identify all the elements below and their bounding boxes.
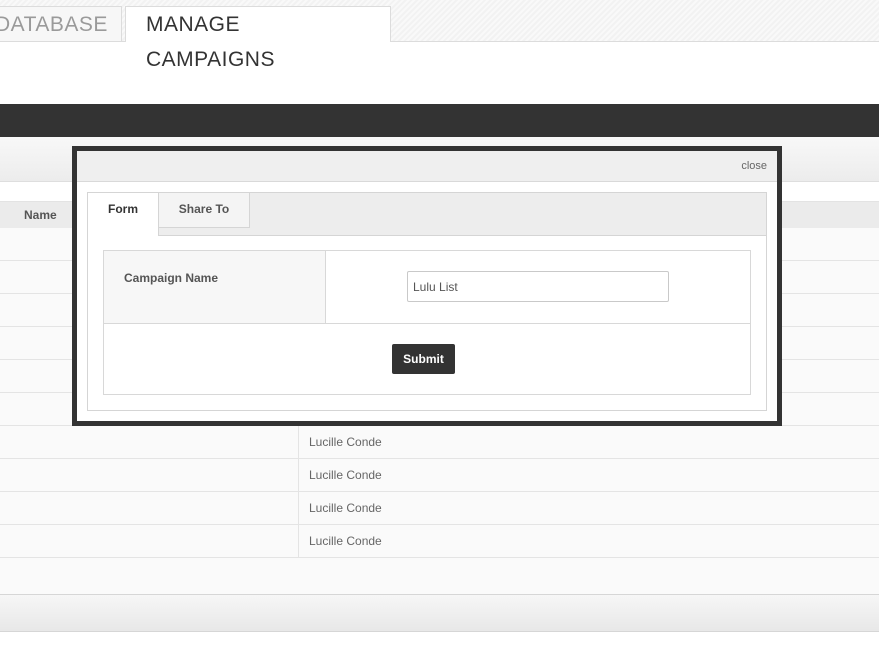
label-cell: Campaign Name — [104, 251, 326, 324]
column-header-name[interactable]: Name — [24, 202, 57, 228]
tab-share-to[interactable]: Share To — [159, 193, 250, 228]
row-owner: Lucille Conde — [309, 534, 382, 548]
table-row[interactable]: Lucille Conde — [0, 426, 879, 459]
campaign-modal: close Form Share To Campaign Name Submit — [72, 146, 782, 426]
modal-tabs-panel: Form Share To Campaign Name Submit — [87, 192, 767, 411]
campaign-name-label: Campaign Name — [124, 271, 219, 285]
input-cell — [326, 251, 750, 324]
submit-button[interactable]: Submit — [392, 344, 455, 374]
table-footer — [0, 558, 879, 594]
close-link[interactable]: close — [741, 160, 767, 172]
row-owner: Lucille Conde — [309, 468, 382, 482]
tab-database[interactable]: DATABASE — [0, 6, 122, 41]
toolbar-dark — [0, 104, 879, 137]
row-owner: Lucille Conde — [309, 435, 382, 449]
campaign-name-input[interactable] — [407, 271, 669, 302]
row-owner: Lucille Conde — [309, 501, 382, 515]
tab-manage-campaigns[interactable]: MANAGE CAMPAIGNS — [125, 6, 391, 71]
tab-form[interactable]: Form — [88, 193, 159, 236]
campaign-form: Campaign Name Submit — [103, 250, 751, 395]
modal-tab-strip: Form Share To — [88, 193, 766, 236]
top-tab-bar: DATABASE MANAGE CAMPAIGNS — [0, 0, 879, 71]
table-row[interactable]: Lucille Conde — [0, 459, 879, 492]
table-row[interactable]: Lucille Conde — [0, 492, 879, 525]
modal-titlebar: close — [77, 151, 777, 182]
table-row[interactable]: Lucille Conde — [0, 525, 879, 558]
pagination-bar — [0, 594, 879, 632]
